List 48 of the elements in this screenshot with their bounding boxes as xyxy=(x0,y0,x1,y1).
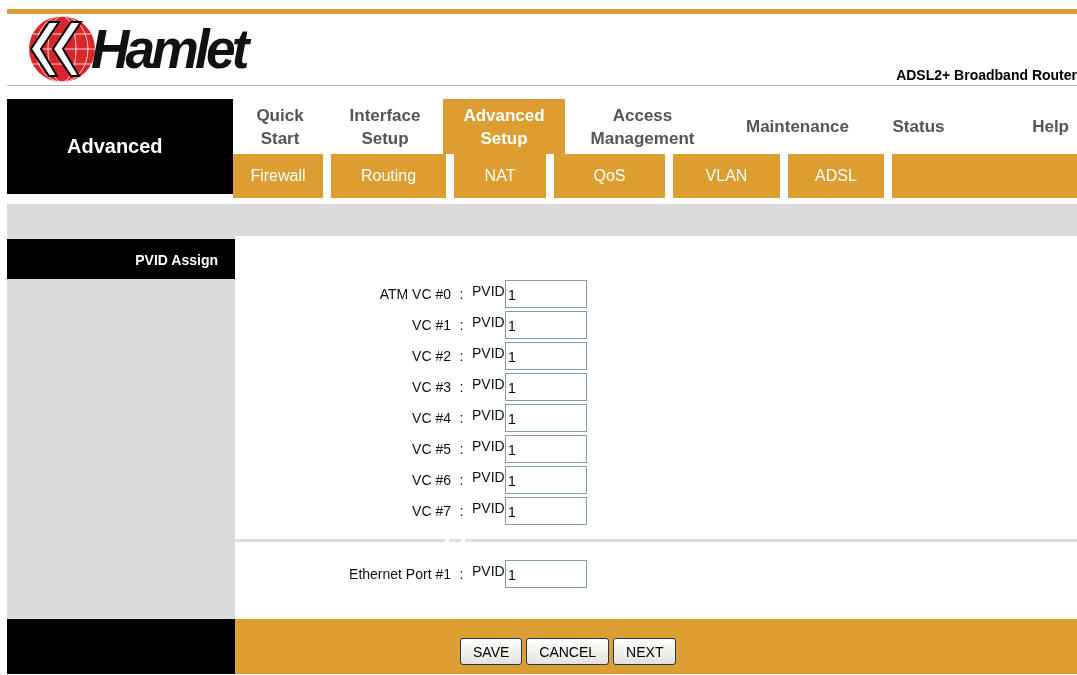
input-field[interactable]: 1 xyxy=(505,560,587,588)
field-label: PVID xyxy=(472,282,505,299)
field-label: VC #6 xyxy=(411,472,451,488)
nav-tab[interactable]: Maintenance xyxy=(720,99,875,154)
field-label: VC #7 xyxy=(411,503,451,519)
form-button[interactable]: NEXT xyxy=(613,638,677,665)
colon-separator: : xyxy=(458,472,465,488)
colon-separator: : xyxy=(458,348,465,364)
field-label: VC #3 xyxy=(411,379,451,395)
field-label: Ethernet Port #1 xyxy=(348,566,451,582)
nav-tab[interactable]: Interface Setup xyxy=(327,99,443,154)
colon-separator: : xyxy=(458,410,465,426)
colon-separator: : xyxy=(458,286,465,302)
input-field[interactable]: 1 xyxy=(505,435,587,463)
colon-separator: : xyxy=(458,441,465,457)
field-label: VC #5 xyxy=(411,441,451,457)
section-title: Advanced xyxy=(67,135,163,158)
field-label: PVID xyxy=(472,562,505,579)
nav-tab[interactable]: Status xyxy=(875,99,962,154)
input-field[interactable]: 1 xyxy=(505,497,587,525)
input-field[interactable]: 1 xyxy=(505,342,587,370)
colon-separator: : xyxy=(458,379,465,395)
field-label: ATM VC #0 xyxy=(378,286,451,302)
field-label: PVID xyxy=(472,313,505,330)
nav-tab[interactable]: Help xyxy=(962,99,1077,154)
field-label: PVID xyxy=(472,499,505,516)
input-field[interactable]: 1 xyxy=(505,280,587,308)
input-field[interactable]: 1 xyxy=(505,466,587,494)
field-label: PVID xyxy=(472,406,505,423)
field-label: VC #4 xyxy=(411,410,451,426)
colon-separator: : xyxy=(458,317,465,333)
field-label: PVID xyxy=(472,468,505,485)
field-label: PVID xyxy=(472,344,505,361)
field-label: VC #1 xyxy=(411,317,451,333)
product-name: ADSL2+ Broadband Router xyxy=(896,67,1077,83)
colon-separator: : xyxy=(458,503,465,519)
field-label: PVID xyxy=(472,437,505,454)
colon-separator: : xyxy=(458,566,465,582)
nav-tab[interactable]: Access Management xyxy=(565,99,720,154)
sidebar-heading: PVID Assign xyxy=(7,239,235,279)
form-button[interactable]: CANCEL xyxy=(526,638,610,665)
input-field[interactable]: 1 xyxy=(505,373,587,401)
field-label: VC #2 xyxy=(411,348,451,364)
form-button[interactable]: SAVE xyxy=(460,638,523,665)
input-field[interactable]: 1 xyxy=(505,311,587,339)
nav-tab[interactable]: Quick Start xyxy=(233,99,327,154)
input-field[interactable]: 1 xyxy=(505,404,587,432)
field-label: PVID xyxy=(472,375,505,392)
